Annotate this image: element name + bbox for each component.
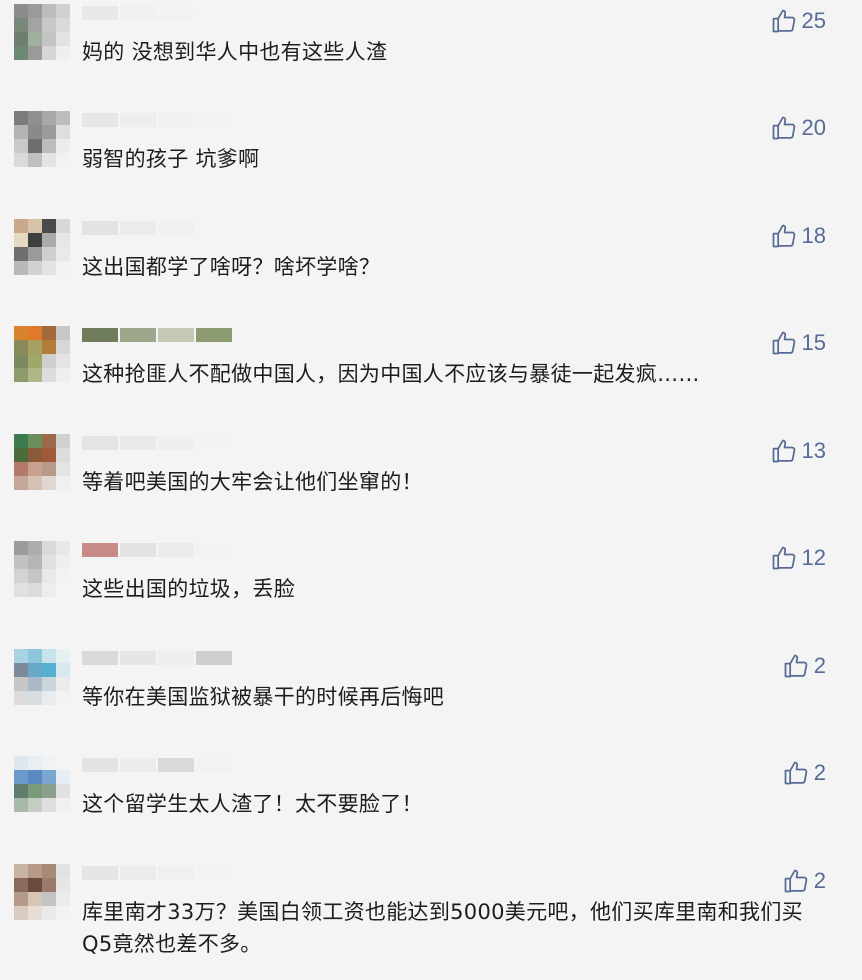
username-blurred[interactable]	[82, 651, 232, 667]
thumbs-up-icon	[772, 224, 795, 248]
like-count: 13	[801, 438, 826, 463]
username-blurred[interactable]	[82, 113, 232, 129]
comment-text: 这个留学生太人渣了！太不要脸了！	[82, 792, 423, 816]
comment-text: 妈的 没想到华人中也有这些人渣	[82, 40, 388, 64]
like-count: 2	[813, 653, 826, 678]
comment-text: 这些出国的垃圾，丢脸	[82, 577, 295, 601]
avatar[interactable]	[14, 541, 70, 597]
comment-item: 妈的 没想到华人中也有这些人渣 25	[0, 0, 862, 107]
like-button[interactable]: 13	[770, 436, 826, 466]
like-button[interactable]: 12	[770, 543, 826, 573]
avatar[interactable]	[14, 756, 70, 812]
thumbs-up-icon	[784, 869, 808, 893]
comment-list: 妈的 没想到华人中也有这些人渣 25 弱智的孩子 坑爹啊 20 这出国都学了啥呀？啥坏学…	[0, 0, 862, 980]
thumbs-up-icon	[772, 331, 795, 355]
thumbs-up-icon	[772, 9, 795, 33]
comment-text: 这种抢匪人不配做中国人，因为中国人不应该与暴徒一起发疯……	[82, 362, 700, 386]
avatar[interactable]	[14, 4, 70, 60]
comment-item: 等着吧美国的大牢会让他们坐窜的！ 13	[0, 430, 862, 537]
like-button[interactable]: 20	[770, 113, 826, 143]
avatar[interactable]	[14, 434, 70, 490]
like-count: 25	[801, 8, 826, 33]
like-count: 18	[801, 223, 826, 248]
avatar[interactable]	[14, 326, 70, 382]
like-count: 2	[813, 760, 826, 785]
comment-text: 等着吧美国的大牢会让他们坐窜的！	[82, 470, 423, 494]
comment-text: 这出国都学了啥呀？啥坏学啥？	[82, 255, 381, 279]
like-button[interactable]: 2	[782, 651, 826, 681]
comment-text: 弱智的孩子 坑爹啊	[82, 147, 260, 171]
like-count: 15	[801, 330, 826, 355]
like-button[interactable]: 18	[770, 221, 826, 251]
like-button[interactable]: 25	[770, 6, 826, 36]
comment-item: 等你在美国监狱被暴干的时候再后悔吧 2	[0, 645, 862, 752]
username-blurred[interactable]	[82, 758, 232, 774]
like-count: 2	[813, 868, 826, 893]
thumbs-up-icon	[772, 439, 795, 463]
comment-item: 库里南才33万？美国白领工资也能达到5000美元吧，他们买库里南和我们买Q5竟然…	[0, 860, 862, 967]
username-blurred[interactable]	[82, 866, 232, 882]
avatar[interactable]	[14, 219, 70, 275]
avatar[interactable]	[14, 864, 70, 920]
username-blurred[interactable]	[82, 221, 232, 237]
thumbs-up-icon	[784, 654, 808, 678]
comment-item: 这个留学生太人渣了！太不要脸了！ 2	[0, 752, 862, 859]
comment-item: 这出国都学了啥呀？啥坏学啥？ 18	[0, 215, 862, 322]
thumbs-up-icon	[772, 116, 795, 140]
like-count: 12	[801, 545, 826, 570]
like-button[interactable]: 2	[782, 866, 826, 896]
thumbs-up-icon	[772, 546, 795, 570]
thumbs-up-icon	[784, 761, 808, 785]
comment-item: 这种抢匪人不配做中国人，因为中国人不应该与暴徒一起发疯…… 15	[0, 322, 862, 429]
comment-text: 库里南才33万？美国白领工资也能达到5000美元吧，他们买库里南和我们买Q5竟然…	[82, 900, 803, 956]
username-blurred[interactable]	[82, 6, 232, 22]
avatar[interactable]	[14, 111, 70, 167]
avatar[interactable]	[14, 649, 70, 705]
comment-item: 这些出国的垃圾，丢脸 12	[0, 537, 862, 644]
username-blurred[interactable]	[82, 543, 232, 559]
comment-text: 等你在美国监狱被暴干的时候再后悔吧	[82, 685, 445, 709]
username-blurred[interactable]	[82, 328, 232, 344]
username-blurred[interactable]	[82, 436, 232, 452]
like-count: 20	[801, 115, 826, 140]
like-button[interactable]: 15	[770, 328, 826, 358]
like-button[interactable]: 2	[782, 758, 826, 788]
comment-item: 弱智的孩子 坑爹啊 20	[0, 107, 862, 214]
